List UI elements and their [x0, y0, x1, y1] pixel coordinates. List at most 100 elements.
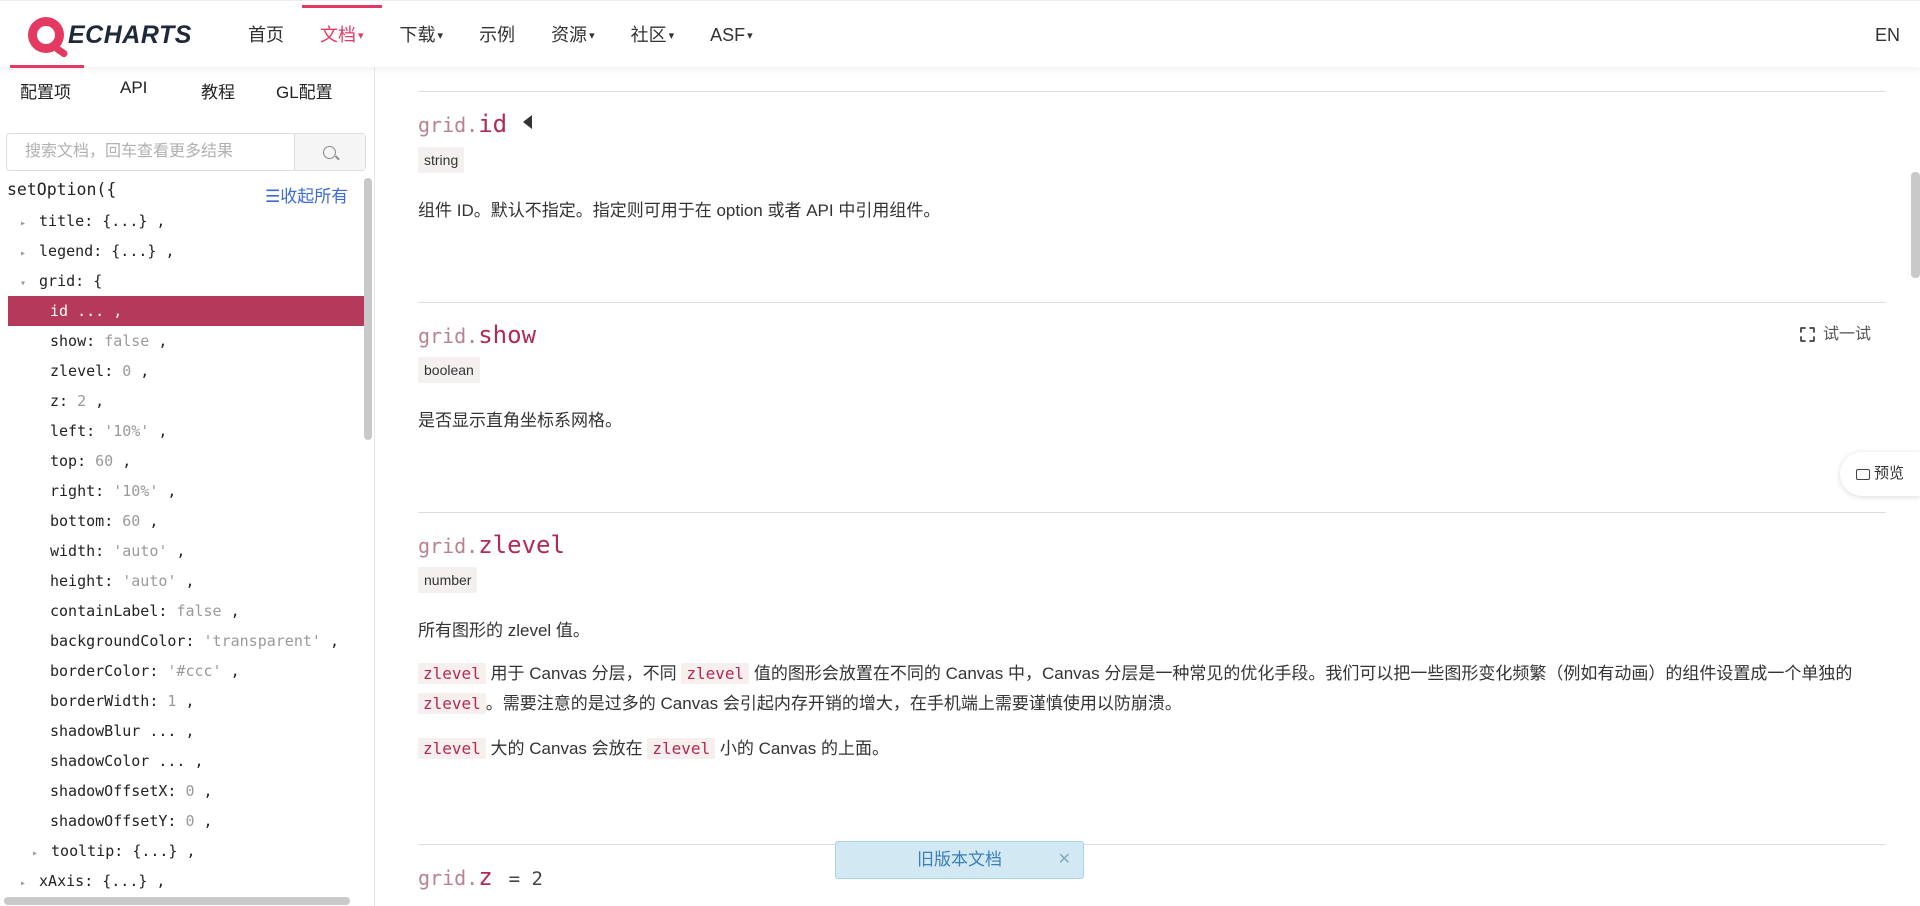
prop-name: show [478, 321, 537, 349]
nav-home[interactable]: 首页 [230, 1, 302, 67]
type-tag: string [418, 147, 465, 173]
chevron-down-icon: ▾ [437, 30, 444, 42]
language-switch[interactable]: EN [1875, 1, 1900, 69]
tree-row-right[interactable]: right: '10%' , [8, 476, 364, 506]
tree-key: title [39, 212, 85, 230]
tree-row-xAxis[interactable]: ▸ xAxis: {...} , [8, 866, 364, 896]
tree-row-borderColor[interactable]: borderColor: '#ccc' , [8, 656, 364, 686]
tree-row-tooltip[interactable]: ▸ tooltip: {...} , [8, 836, 364, 866]
tree-row-title[interactable]: ▸ title: {...} , [8, 206, 364, 236]
collapse-all-button[interactable]: ☰收起所有 [265, 182, 348, 207]
tree-key: height [50, 572, 105, 590]
nav-docs[interactable]: 文档 ▾ [302, 1, 382, 67]
tree-row-containLabel[interactable]: containLabel: false , [8, 596, 364, 626]
tree-value: 0 [185, 812, 195, 830]
prop-description: 所有图形的 zlevel 值。 [418, 621, 590, 640]
prop-description: zlevel 大的 Canvas 会放在 zlevel 小的 Canvas 的上… [418, 734, 1888, 764]
chevron-down-icon: ▾ [589, 30, 595, 42]
tree-row-height[interactable]: height: 'auto' , [8, 566, 364, 596]
tree-row-shadowBlur[interactable]: shadowBlur ... , [8, 716, 364, 746]
tree-key: legend [39, 242, 94, 260]
caret-down-icon[interactable]: ▾ [20, 269, 30, 299]
prop-name: zlevel [478, 531, 565, 559]
nav-download[interactable]: 下载 ▾ [382, 1, 462, 67]
sidebar: 配置项 API 教程 GL配置 setOption({ ☰收起所有 ▸ titl… [0, 66, 375, 906]
preview-button[interactable]: 预览 [1840, 452, 1920, 496]
tree-row-bottom[interactable]: bottom: 60 , [8, 506, 364, 536]
tree-row-grid[interactable]: ▾ grid: { [8, 266, 364, 296]
nav-examples[interactable]: 示例 [461, 1, 533, 67]
sidebar-scrollbar[interactable] [364, 178, 372, 440]
tree-value: { [93, 272, 103, 290]
sidebar-horizontal-scrollbar[interactable] [4, 897, 350, 905]
tree-row-top[interactable]: top: 60 , [8, 446, 364, 476]
prop-prefix: grid. [418, 866, 479, 890]
prop-title-id: grid.id [418, 110, 533, 138]
tree-key: shadowColor [50, 752, 150, 770]
tree-key: zlevel [50, 362, 105, 380]
caret-right-icon[interactable]: ▸ [20, 209, 30, 239]
tab-api[interactable]: API [120, 78, 147, 98]
tree-row-width[interactable]: width: 'auto' , [8, 536, 364, 566]
nav-resources[interactable]: 资源 ▾ [533, 1, 613, 67]
collapse-arrow-icon[interactable] [523, 115, 533, 129]
chart-preview-icon [1855, 469, 1870, 480]
search-button[interactable] [294, 134, 365, 170]
tree-row-shadowOffsetX[interactable]: shadowOffsetX: 0 , [8, 776, 364, 806]
tree-key: z [50, 392, 60, 410]
try-it-button[interactable]: 试一试 [1800, 320, 1871, 344]
tree-row-left[interactable]: left: '10%' , [8, 416, 364, 446]
tree-key: shadowOffsetY [50, 812, 168, 830]
tree-value: 2 [77, 392, 87, 410]
chevron-down-icon: ▾ [747, 30, 753, 42]
tab-tutorial[interactable]: 教程 [201, 78, 235, 103]
tree-root: setOption({ [7, 180, 117, 199]
top-navbar: ECHARTS 首页 文档 ▾ 下载 ▾ 示例 资源 ▾ 社区 ▾ ASF ▾ EN [0, 0, 1920, 69]
old-version-doc-banner[interactable]: 旧版本文档 ✕ [835, 841, 1084, 879]
tree-row-show[interactable]: show: false , [8, 326, 364, 356]
prop-name: id [478, 110, 508, 138]
section-divider [418, 844, 1886, 845]
caret-right-icon[interactable]: ▸ [20, 239, 30, 269]
inline-code: zlevel [418, 738, 486, 759]
tree-row-shadowOffsetY[interactable]: shadowOffsetY: 0 , [8, 806, 364, 836]
type-tag: number [418, 567, 478, 593]
nav-asf[interactable]: ASF ▾ [692, 1, 771, 67]
tab-option[interactable]: 配置项 [20, 78, 71, 103]
close-icon[interactable]: ✕ [1058, 842, 1071, 878]
doc-content: grid.id string 组件 ID。默认不指定。指定则可用于在 optio… [376, 66, 1920, 906]
caret-right-icon[interactable]: ▸ [20, 869, 30, 899]
tree-key: right [50, 482, 96, 500]
section-divider [418, 302, 1886, 303]
tree-key: show [50, 332, 87, 350]
tree-row-zlevel[interactable]: zlevel: 0 , [8, 356, 364, 386]
caret-right-icon[interactable]: ▸ [32, 839, 42, 869]
search-input[interactable] [7, 134, 297, 170]
tree-row-backgroundColor[interactable]: backgroundColor: 'transparent' , [8, 626, 364, 656]
tree-value: {...} [102, 212, 148, 230]
nav-community[interactable]: 社区 ▾ [613, 1, 693, 67]
tree-value: 0 [122, 362, 132, 380]
tree-key: tooltip [51, 842, 115, 860]
type-tag: boolean [418, 357, 480, 383]
tree-value: 0 [185, 782, 195, 800]
tree-key: shadowOffsetX [50, 782, 168, 800]
tree-key: borderColor [50, 662, 150, 680]
echarts-logo[interactable]: ECHARTS [28, 14, 192, 56]
tree-row-z[interactable]: z: 2 , [8, 386, 364, 416]
tree-key: borderWidth [50, 692, 150, 710]
tab-gl-option[interactable]: GL配置 [276, 78, 333, 103]
tree-row-id[interactable]: id ... , [8, 296, 364, 326]
tree-row-borderWidth[interactable]: borderWidth: 1 , [8, 686, 364, 716]
tree-value: 'transparent' [203, 632, 321, 650]
content-scrollbar[interactable] [1911, 172, 1920, 278]
tree-row-legend[interactable]: ▸ legend: {...} , [8, 236, 364, 266]
prop-description: 是否显示直角坐标系网格。 [418, 411, 622, 430]
tree-value: {...} [132, 842, 178, 860]
inline-code: zlevel [647, 738, 716, 759]
tree-key: xAxis [39, 872, 85, 890]
section-divider [418, 512, 1886, 513]
tree-key: width [50, 542, 96, 560]
tree-key: id [50, 302, 69, 320]
tree-row-shadowColor[interactable]: shadowColor ... , [8, 746, 364, 776]
